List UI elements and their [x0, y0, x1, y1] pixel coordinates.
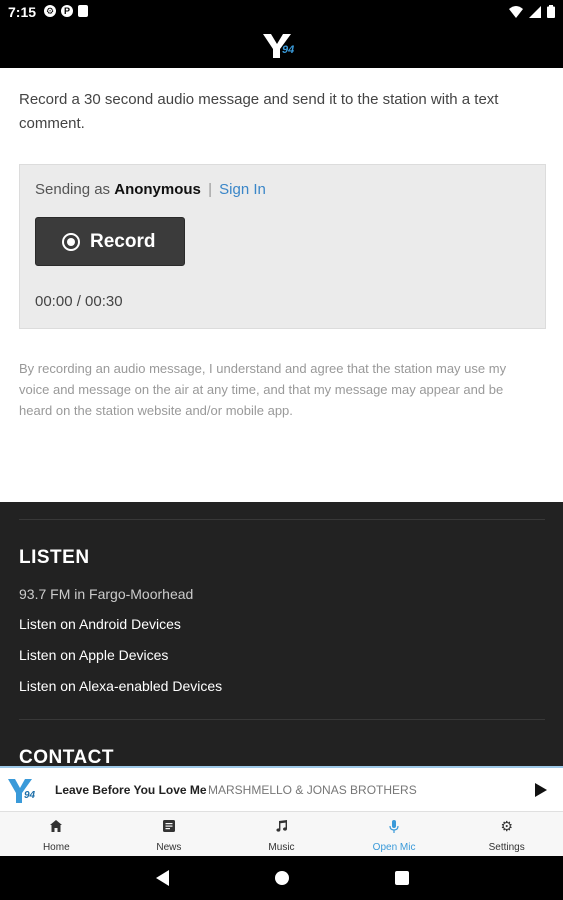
tab-music[interactable]: Music — [225, 812, 338, 856]
listen-alexa-link[interactable]: Listen on Alexa-enabled Devices — [19, 678, 222, 694]
station-logo: 94 — [263, 34, 294, 58]
disclaimer-text: By recording an audio message, I underst… — [19, 361, 507, 418]
wifi-icon — [509, 5, 523, 18]
divider — [19, 519, 545, 520]
listen-apple-link[interactable]: Listen on Apple Devices — [19, 647, 168, 663]
clipboard-icon — [78, 5, 88, 17]
signal-icon — [529, 5, 541, 18]
tab-open-mic[interactable]: Open Mic — [338, 812, 451, 856]
tab-settings[interactable]: ⚙ Settings — [450, 812, 563, 856]
bottom-tab-bar: Home News Music Open Mic ⚙ Settings — [0, 811, 563, 856]
record-icon — [62, 232, 80, 251]
play-icon[interactable] — [535, 783, 547, 797]
home-button-icon[interactable] — [275, 871, 289, 885]
now-playing-bar[interactable]: 94 Leave Before You Love Me MARSHMELLO &… — [0, 766, 563, 811]
status-bar: 7:15 ⚙ P — [0, 0, 563, 24]
listen-android-link[interactable]: Listen on Android Devices — [19, 616, 181, 632]
tab-label: Open Mic — [372, 842, 416, 853]
notification-icons: ⚙ P — [44, 5, 88, 17]
tab-label: Music — [268, 842, 295, 853]
sending-user: Anonymous — [114, 181, 201, 198]
recording-timer: 00:00 / 00:30 — [35, 293, 123, 310]
gear-icon: ⚙ — [500, 817, 513, 834]
track-title: Leave Before You Love Me — [55, 783, 207, 797]
record-button[interactable]: Record — [35, 217, 185, 266]
sending-prefix: Sending as — [35, 181, 111, 198]
intro-text: Record a 30 second audio message and sen… — [19, 91, 499, 132]
app-notification-icon: P — [61, 5, 73, 17]
status-time: 7:15 — [8, 4, 37, 20]
record-button-label: Record — [90, 230, 156, 252]
news-icon — [162, 818, 175, 834]
recent-apps-icon[interactable] — [395, 871, 409, 885]
home-icon — [50, 818, 63, 834]
sign-in-link[interactable]: Sign In — [219, 181, 266, 198]
record-panel: Sending as Anonymous | Sign In Record 00… — [19, 164, 546, 329]
divider — [19, 719, 545, 720]
svg-text:94: 94 — [24, 790, 36, 801]
sending-as-line: Sending as Anonymous | Sign In — [35, 181, 266, 198]
tab-label: News — [156, 842, 182, 853]
open-mic-content: Record a 30 second audio message and sen… — [0, 68, 563, 502]
site-footer: LISTEN 93.7 FM in Fargo-Moorhead Listen … — [0, 502, 563, 766]
app-header: 94 — [0, 24, 563, 68]
music-note-icon — [275, 818, 288, 834]
tab-label: Home — [42, 842, 70, 853]
tab-news[interactable]: News — [113, 812, 226, 856]
microphone-icon — [389, 818, 399, 834]
contact-heading: CONTACT — [19, 747, 114, 766]
system-nav-bar — [0, 856, 563, 900]
track-artist: MARSHMELLO & JONAS BROTHERS — [208, 783, 417, 797]
system-icons — [509, 5, 555, 18]
tab-home[interactable]: Home — [0, 812, 113, 856]
svg-text:94: 94 — [282, 44, 294, 56]
battery-icon — [547, 5, 555, 18]
listen-heading: LISTEN — [19, 547, 90, 568]
frequency-text: 93.7 FM in Fargo-Moorhead — [19, 586, 194, 602]
gear-icon: ⚙ — [44, 5, 56, 17]
back-icon[interactable] — [156, 870, 169, 886]
station-logo-thumb: 94 — [4, 773, 44, 807]
separator: | — [208, 181, 212, 198]
tab-label: Settings — [488, 842, 525, 853]
